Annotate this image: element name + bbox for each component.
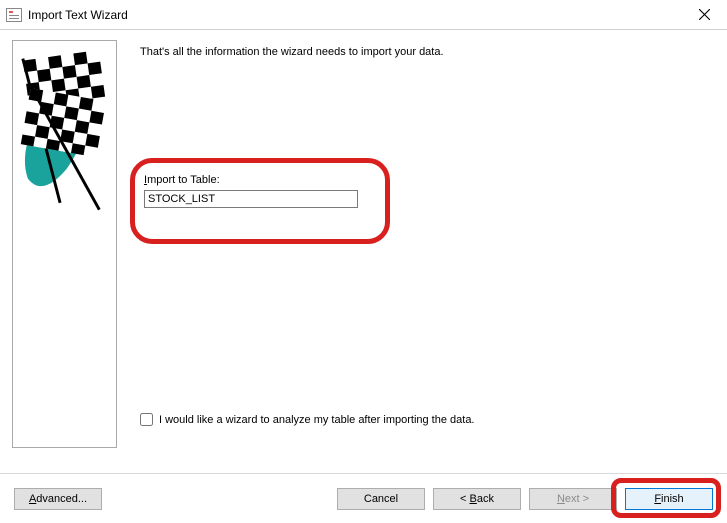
analyze-checkbox-label: I would like a wizard to analyze my tabl…: [159, 414, 475, 426]
intro-text: That's all the information the wizard ne…: [140, 46, 715, 58]
close-button[interactable]: [682, 0, 727, 30]
window-title: Import Text Wizard: [28, 8, 682, 22]
analyze-checkbox[interactable]: [140, 413, 153, 426]
next-button: Next >: [529, 488, 617, 510]
checkered-flag-graphic: [13, 41, 116, 218]
title-bar: Import Text Wizard: [0, 0, 727, 30]
back-button[interactable]: < Back: [433, 488, 521, 510]
import-to-table-input[interactable]: [144, 190, 358, 208]
wizard-footer: Advanced... Cancel < Back Next > Finish: [0, 473, 727, 523]
cancel-button[interactable]: Cancel: [337, 488, 425, 510]
intro-text-label: That's all the information the wizard ne…: [140, 46, 444, 58]
finish-button[interactable]: Finish: [625, 488, 713, 510]
advanced-button[interactable]: Advanced...: [14, 488, 102, 510]
wizard-graphic-panel: [12, 40, 117, 448]
analyze-checkbox-row: I would like a wizard to analyze my tabl…: [140, 413, 475, 426]
close-icon: [699, 9, 710, 20]
wizard-content: That's all the information the wizard ne…: [0, 30, 727, 473]
import-to-table-label: Import to Table:: [144, 174, 220, 186]
app-icon: [6, 8, 22, 22]
